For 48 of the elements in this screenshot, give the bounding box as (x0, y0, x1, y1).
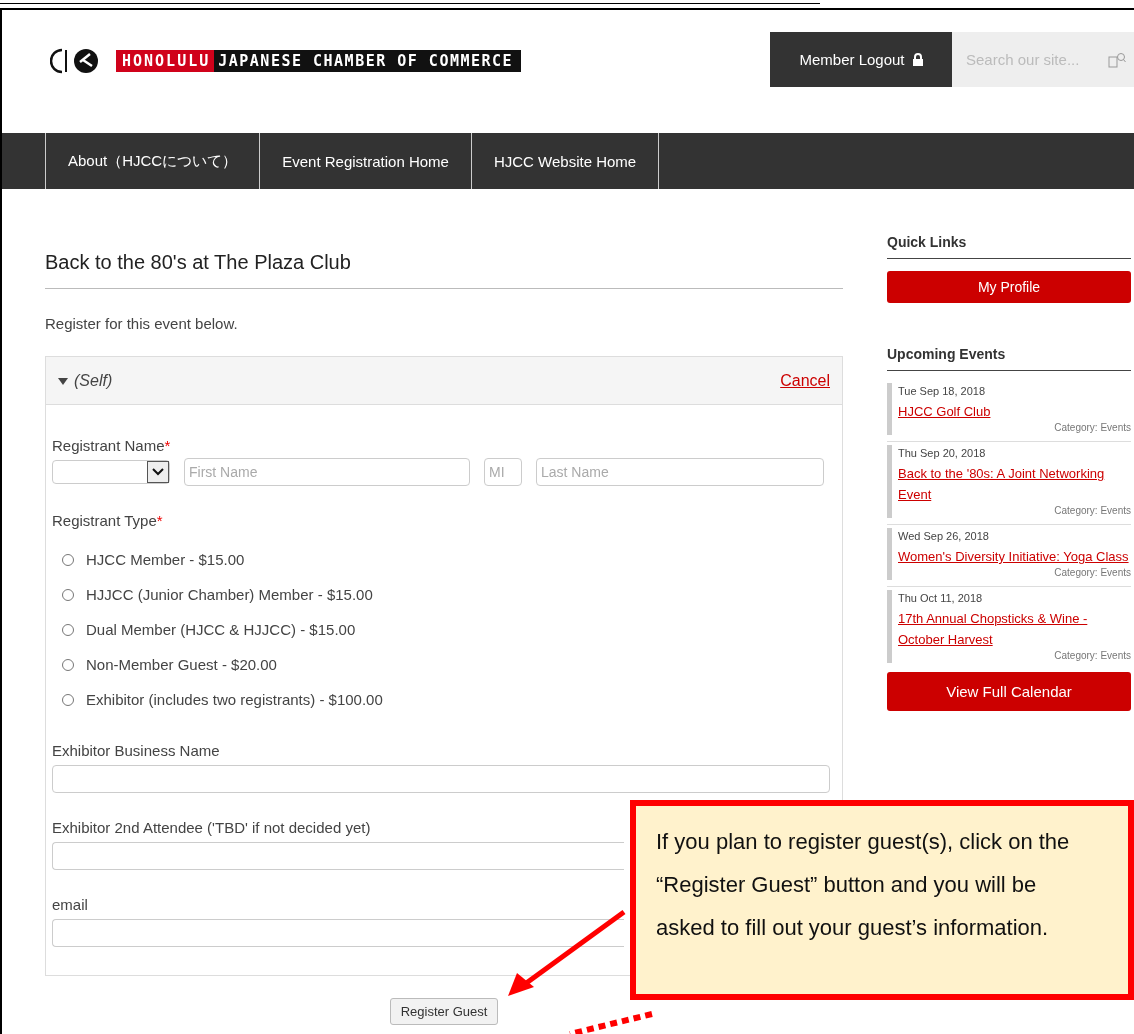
search-icon (1108, 51, 1126, 68)
nav-link[interactable]: Event Registration Home (260, 133, 472, 189)
text-input[interactable] (52, 842, 624, 870)
event-category: Category: Events (1053, 567, 1131, 578)
prefix-select[interactable] (52, 460, 170, 484)
nav-link[interactable]: HJCC Website Home (471, 133, 660, 189)
field-label: Exhibitor Business Name (52, 742, 221, 759)
logo-wordmark: HONOLULU JAPANESE CHAMBER OF COMMERCE (116, 50, 522, 72)
calendar-button[interactable]: View Full Calendar (887, 672, 1131, 711)
event-link[interactable]: Women's Diversity Initiative: Yoga Class (898, 546, 1131, 567)
event-date: Tue Sep 18, 2018 (898, 385, 987, 397)
event-link[interactable]: 17th Annual Chopsticks & Wine - October Harvest (898, 608, 1131, 650)
intro-text: Register for this event below. (45, 315, 239, 332)
chevron-icon (152, 468, 164, 476)
nav-link[interactable]: About（HJCCについて） (46, 133, 261, 189)
radio-label: Dual Member (HJCC & HJJCC) - $15.00 (86, 621, 356, 638)
field-label: Registrant Name* (52, 437, 172, 454)
text-input[interactable] (52, 919, 624, 947)
logout-button[interactable]: Member Logout (770, 32, 952, 87)
event-date: Wed Sep 26, 2018 (898, 530, 990, 542)
cancel-link[interactable]: Cancel (780, 371, 830, 390)
name-input[interactable]: First Name (184, 458, 470, 486)
callout-note: If you plan to register guest(s), click on the “Register Guest” button and you will be asked to fill out your guest’s information. (630, 800, 1134, 1000)
event-category: Category: Events (1053, 422, 1131, 433)
event-link[interactable]: Back to the '80s: A Joint Networking Event (898, 463, 1131, 505)
event-date: Thu Sep 20, 2018 (898, 447, 987, 459)
event-category: Category: Events (1053, 505, 1131, 516)
register-guest-button[interactable]: Register Guest (389, 998, 499, 1025)
radio-label: Exhibitor (includes two registrants) - $100.00 (86, 691, 383, 708)
name-input[interactable]: MI (484, 458, 522, 486)
event-category: Category: Events (1053, 650, 1131, 661)
page-title: Back to the 80's at The Plaza Club (45, 251, 843, 289)
radio-label: HJJCC (Junior Chamber) Member - $15.00 (86, 586, 373, 603)
section-heading: Upcoming Events (887, 346, 1131, 371)
field-label: Registrant Type* (52, 512, 164, 529)
field-label: email (52, 896, 89, 913)
lock-icon (912, 53, 923, 66)
panel-title: (Self) (74, 371, 113, 390)
field-label: Exhibitor 2nd Attendee ('TBD' if not decided yet) (52, 819, 372, 836)
name-input[interactable]: Last Name (536, 458, 824, 486)
text-input[interactable] (52, 765, 830, 793)
profile-button[interactable]: My Profile (887, 271, 1131, 303)
panel-header[interactable]: (Self) Cancel (46, 357, 842, 405)
event-date: Thu Oct 11, 2018 (898, 592, 984, 604)
event-link[interactable]: HJCC Golf Club (898, 401, 1131, 422)
radio-label: Non-Member Guest - $20.00 (86, 656, 277, 673)
radio-label: HJCC Member - $15.00 (86, 551, 245, 568)
section-heading: Quick Links (887, 234, 1131, 259)
